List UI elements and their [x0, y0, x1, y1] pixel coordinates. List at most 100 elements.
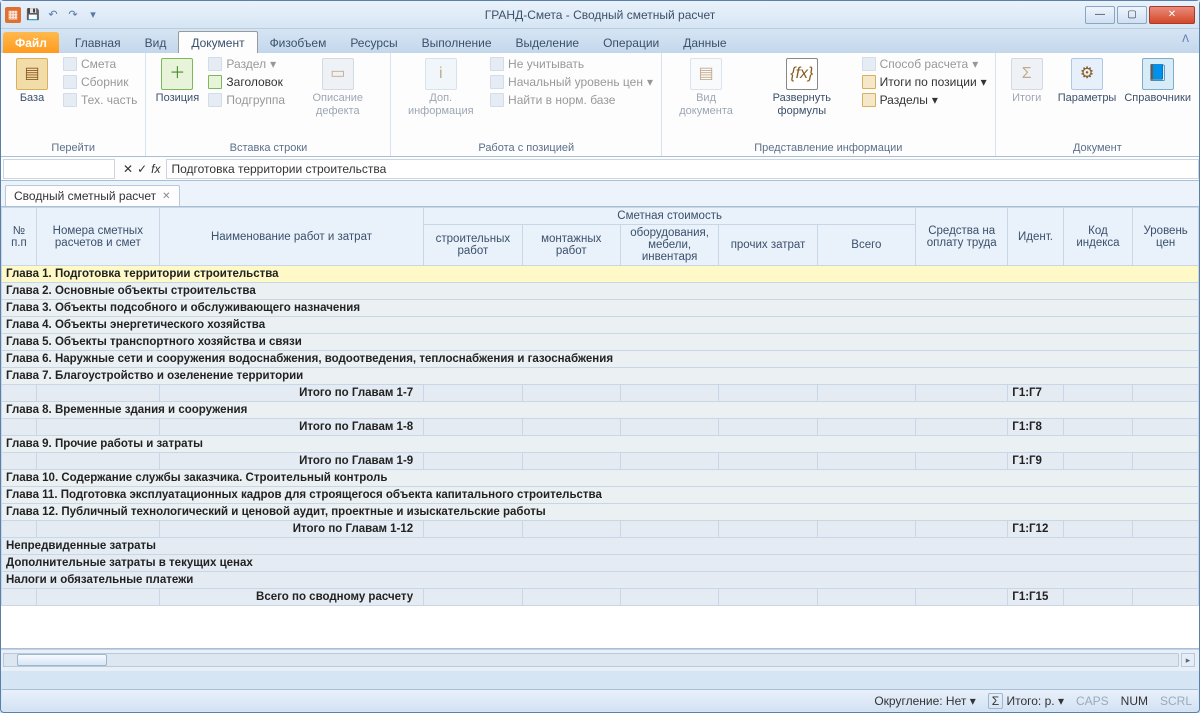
docview-icon: ▤	[690, 58, 722, 90]
table-row[interactable]: Непредвиденные затраты	[2, 538, 1199, 555]
info-icon: i	[425, 58, 457, 90]
table-row[interactable]: Глава 6. Наружные сети и сооружения водо…	[2, 351, 1199, 368]
col-urc[interactable]: Уровень цен	[1133, 208, 1199, 266]
col-other[interactable]: прочих затрат	[719, 225, 817, 266]
tab-ops[interactable]: Операции	[591, 32, 671, 53]
ribbon-collapse-icon[interactable]: ᐱ	[1182, 34, 1189, 45]
itogi-icon: Σ	[1011, 58, 1043, 90]
tab-document[interactable]: Документ	[178, 31, 257, 53]
table-row[interactable]: Глава 8. Временные здания и сооружения	[2, 402, 1199, 419]
calcmethod-button[interactable]: Способ расчета▾	[860, 56, 989, 72]
subgroup-icon	[208, 93, 222, 107]
window-title: ГРАНД-Смета - Сводный сметный расчет	[1, 8, 1199, 22]
smeta-button[interactable]: Смета	[61, 56, 139, 72]
params-button[interactable]: ⚙Параметры	[1056, 56, 1119, 107]
sections-button[interactable]: Разделы▾	[860, 92, 989, 108]
docview-button[interactable]: ▤Вид документа	[668, 56, 744, 120]
table-row[interactable]: Глава 10. Содержание службы заказчика. С…	[2, 470, 1199, 487]
ribbon-tabs: Файл Главная Вид Документ Физобъем Ресур…	[1, 29, 1199, 53]
group-insert-label: Вставка строки	[152, 140, 384, 156]
neuchit-button[interactable]: Не учитывать	[488, 56, 655, 72]
pricelevel-icon	[490, 75, 504, 89]
gear-icon: ⚙	[1071, 58, 1103, 90]
ribbon: ▤База Смета Сборник Тех. часть Перейти ＋…	[1, 53, 1199, 157]
name-box[interactable]	[3, 159, 115, 179]
table-row[interactable]: Глава 4. Объекты энергетического хозяйст…	[2, 317, 1199, 334]
qat-undo-icon[interactable]: ↶	[45, 7, 61, 23]
table-row[interactable]: Всего по сводному расчетуГ1:Г15	[2, 589, 1199, 606]
col-cost-group[interactable]: Сметная стоимость	[424, 208, 916, 225]
calcmethod-icon	[862, 57, 876, 71]
dopinfo-button[interactable]: iДоп. информация	[397, 56, 484, 120]
section-button[interactable]: Раздел▾	[206, 56, 287, 72]
col-equip[interactable]: оборудования, мебели, инвентаря	[620, 225, 718, 266]
col-total[interactable]: Всего	[817, 225, 915, 266]
subgroup-button[interactable]: Подгруппа	[206, 92, 287, 108]
startlevel-button[interactable]: Начальный уровень цен▾	[488, 74, 655, 90]
tehchast-icon	[63, 93, 77, 107]
group-work-label: Работа с позицией	[397, 140, 655, 156]
scroll-thumb[interactable]	[17, 654, 107, 666]
header-button[interactable]: Заголовок	[206, 74, 287, 90]
tab-view[interactable]: Вид	[133, 32, 179, 53]
status-sigma-toggle[interactable]: Σ Итого: р. ▾	[988, 694, 1064, 708]
position-button[interactable]: ＋Позиция	[152, 56, 202, 107]
qat-save-icon[interactable]: 💾	[25, 7, 41, 23]
tab-select[interactable]: Выделение	[504, 32, 592, 53]
fx-accept-icon[interactable]: ✓	[137, 162, 147, 176]
status-round[interactable]: Округление: Нет ▾	[874, 694, 975, 708]
itogi-button[interactable]: ΣИтоги	[1002, 56, 1052, 107]
qat-redo-icon[interactable]: ↷	[65, 7, 81, 23]
col-name[interactable]: Наименование работ и затрат	[159, 208, 423, 266]
table-row[interactable]: Итого по Главам 1-9Г1:Г9	[2, 453, 1199, 470]
findnorm-button[interactable]: Найти в норм. базе	[488, 92, 655, 108]
table-row[interactable]: Итого по Главам 1-12Г1:Г12	[2, 521, 1199, 538]
table-row[interactable]: Глава 12. Публичный технологический и це…	[2, 504, 1199, 521]
close-button[interactable]: ✕	[1149, 6, 1195, 24]
maximize-button[interactable]: ▢	[1117, 6, 1147, 24]
qat-custom-icon[interactable]: ▾	[85, 7, 101, 23]
scroll-track[interactable]	[3, 653, 1179, 667]
fx-icon[interactable]: fx	[151, 162, 160, 176]
tab-file[interactable]: Файл	[3, 32, 59, 53]
col-nom[interactable]: Номера сметных расчетов и смет	[36, 208, 159, 266]
tab-data[interactable]: Данные	[671, 32, 738, 53]
tab-resources[interactable]: Ресурсы	[338, 32, 409, 53]
table-row[interactable]: Глава 5. Объекты транспортного хозяйства…	[2, 334, 1199, 351]
col-mont[interactable]: монтажных работ	[522, 225, 620, 266]
table-row[interactable]: Глава 7. Благоустройство и озеленение те…	[2, 368, 1199, 385]
scroll-right-icon[interactable]: ▸	[1181, 653, 1195, 667]
table-row[interactable]: Налоги и обязательные платежи	[2, 572, 1199, 589]
defect-button[interactable]: ▭Описание дефекта	[291, 56, 384, 120]
tab-exec[interactable]: Выполнение	[410, 32, 504, 53]
col-ot[interactable]: Средства на оплату труда	[916, 208, 1008, 266]
itogipos-button[interactable]: Итоги по позиции▾	[860, 74, 989, 90]
base-button[interactable]: ▤База	[7, 56, 57, 107]
close-tab-icon[interactable]: ✕	[162, 191, 170, 202]
doc-tab[interactable]: Сводный сметный расчет ✕	[5, 185, 180, 206]
tehchast-button[interactable]: Тех. часть	[61, 92, 139, 108]
table-row[interactable]: Глава 2. Основные объекты строительства	[2, 283, 1199, 300]
tab-fizob[interactable]: Физобъем	[258, 32, 339, 53]
sbornik-button[interactable]: Сборник	[61, 74, 139, 90]
table-row[interactable]: Глава 3. Объекты подсобного и обслуживаю…	[2, 300, 1199, 317]
col-nn[interactable]: № п.п	[2, 208, 37, 266]
table-row[interactable]: Глава 11. Подготовка эксплуатационных ка…	[2, 487, 1199, 504]
statusbar: Округление: Нет ▾ Σ Итого: р. ▾ CAPS NUM…	[2, 689, 1198, 711]
col-ident[interactable]: Идент.	[1008, 208, 1063, 266]
col-build[interactable]: строительных работ	[424, 225, 522, 266]
tab-main[interactable]: Главная	[63, 32, 133, 53]
formula-input[interactable]	[166, 159, 1199, 179]
table-row[interactable]: Итого по Главам 1-8Г1:Г8	[2, 419, 1199, 436]
status-num: NUM	[1121, 694, 1148, 708]
minimize-button[interactable]: —	[1085, 6, 1115, 24]
horizontal-scrollbar[interactable]: ◂ ▸	[1, 649, 1199, 671]
table-row[interactable]: Глава 9. Прочие работы и затраты	[2, 436, 1199, 453]
refs-button[interactable]: 📘Справочники	[1122, 56, 1193, 107]
fx-cancel-icon[interactable]: ✕	[123, 162, 133, 176]
table-row[interactable]: Итого по Главам 1-7Г1:Г7	[2, 385, 1199, 402]
col-kodidx[interactable]: Код индекса	[1063, 208, 1133, 266]
formulas-button[interactable]: {fx}Развернуть формулы	[748, 56, 855, 120]
table-row[interactable]: Дополнительные затраты в текущих ценах	[2, 555, 1199, 572]
table-row[interactable]: Глава 1. Подготовка территории строитель…	[2, 266, 1199, 283]
